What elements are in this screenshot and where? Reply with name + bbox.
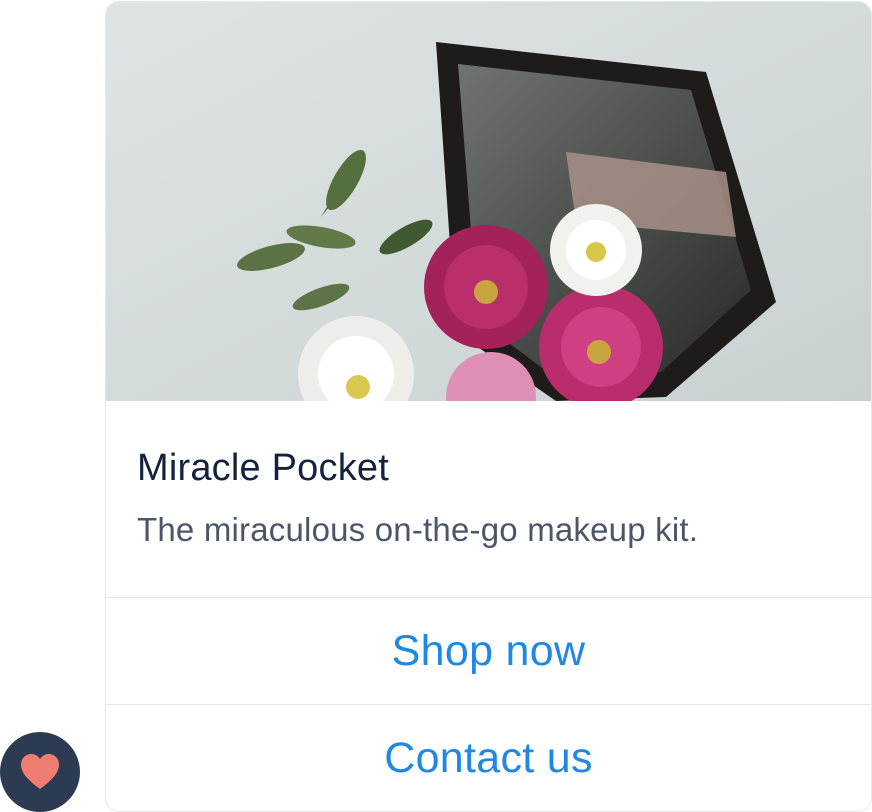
avatar [0,732,80,812]
card-content: Miracle Pocket The miraculous on-the-go … [106,401,871,597]
product-description: The miraculous on-the-go makeup kit. [137,511,699,548]
shop-now-button[interactable]: Shop now [106,597,871,704]
product-image [106,2,871,401]
product-title: Miracle Pocket [137,447,389,489]
product-card: Miracle Pocket The miraculous on-the-go … [105,1,872,812]
contact-us-button[interactable]: Contact us [106,704,871,811]
heart-icon [21,754,59,789]
